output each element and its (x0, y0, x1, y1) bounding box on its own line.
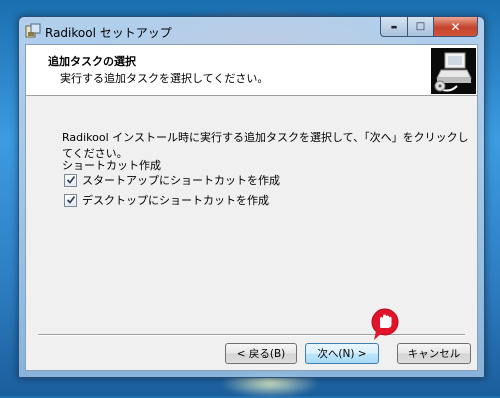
checkmark-icon (66, 175, 76, 184)
close-icon: ✕ (450, 19, 461, 34)
installer-computer-icon (431, 48, 476, 94)
shortcut-group-label: ショートカット作成 (62, 159, 161, 172)
minimize-icon: ▬ (390, 22, 398, 31)
maximize-icon: □ (415, 21, 426, 32)
installer-app-icon (25, 23, 41, 38)
hand-cursor-icon (371, 308, 399, 340)
task-startup-shortcut[interactable]: スタートアップにショートカットを作成 (64, 172, 280, 188)
wizard-header: 追加タスクの選択 実行する追加タスクを選択してください。 (26, 45, 477, 96)
back-button[interactable]: < 戻る(B) (225, 343, 297, 364)
window-title: Radikool セットアップ (45, 26, 172, 40)
title-bar[interactable]: Radikool セットアップ ▬ □ ✕ (19, 17, 484, 45)
cancel-button[interactable]: キャンセル (397, 343, 471, 364)
checkbox-startup[interactable] (64, 173, 77, 187)
wizard-client-area: 追加タスクの選択 実行する追加タスクを選択してください。 Radikool イン… (25, 44, 478, 371)
task-label: デスクトップにショートカットを作成 (82, 194, 269, 207)
minimize-button[interactable]: ▬ (380, 17, 408, 37)
checkmark-icon (66, 195, 76, 204)
next-button[interactable]: 次へ(N) > (305, 343, 379, 364)
task-desktop-shortcut[interactable]: デスクトップにショートカットを作成 (64, 192, 269, 208)
setup-window: Radikool セットアップ ▬ □ ✕ 追加タスクの選択 実行する追加タスク… (18, 16, 485, 378)
maximize-button[interactable]: □ (408, 17, 434, 37)
checkbox-desktop[interactable] (64, 193, 77, 207)
page-title: 追加タスクの選択 (48, 55, 136, 68)
caption-buttons: ▬ □ ✕ (380, 17, 478, 37)
task-label: スタートアップにショートカットを作成 (82, 174, 280, 187)
page-subtitle: 実行する追加タスクを選択してください。 (60, 72, 269, 85)
close-button[interactable]: ✕ (434, 17, 478, 37)
